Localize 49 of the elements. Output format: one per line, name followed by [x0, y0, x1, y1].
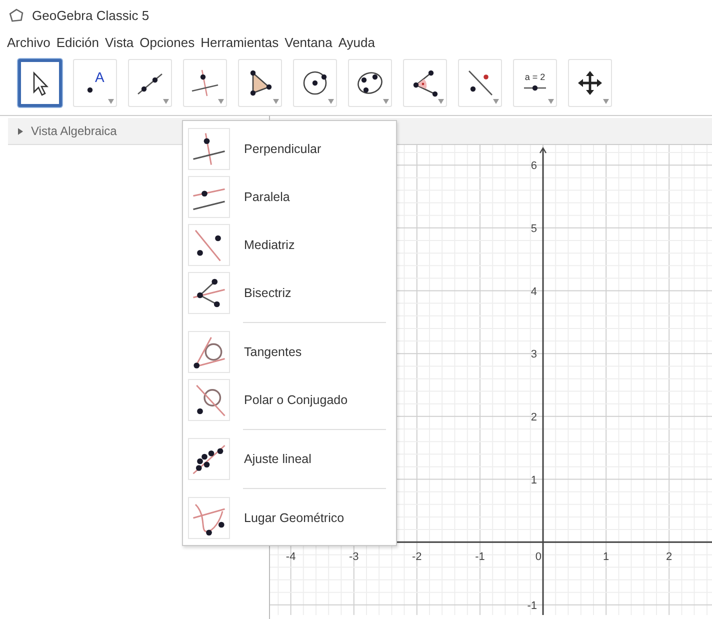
x-tick-label: -2	[412, 551, 422, 564]
menu-item[interactable]: Mediatriz	[183, 221, 396, 269]
dropdown-triangle-icon	[163, 99, 169, 104]
x-tick-label: 0	[535, 551, 542, 564]
menu-item[interactable]: Ajuste lineal	[183, 435, 396, 483]
app-logo-icon	[8, 6, 25, 24]
x-tick-label: -3	[348, 551, 359, 564]
x-tick-label: 1	[603, 551, 610, 564]
menu-bar-item[interactable]: Ventana	[282, 34, 336, 50]
x-tick-label: 2	[666, 551, 672, 564]
expand-triangle-icon[interactable]	[18, 128, 23, 134]
tangent-lines-icon	[191, 334, 227, 370]
menu-bar-item[interactable]: Opciones	[136, 34, 198, 50]
menu-bar-item[interactable]: Ayuda	[335, 34, 378, 50]
menu-bar-item[interactable]: Vista	[102, 34, 137, 50]
dropdown-triangle-icon	[108, 99, 114, 104]
y-tick-label: 3	[530, 348, 538, 361]
y-tick-label: 4	[530, 286, 538, 298]
window-title: GeoGebra Classic 5	[32, 8, 150, 22]
tool-button[interactable]: A	[73, 59, 117, 107]
y-tick-label: 1	[530, 474, 538, 486]
dropdown-triangle-icon	[383, 99, 389, 104]
menu-item[interactable]: Bisectriz	[183, 269, 396, 317]
menu-item[interactable]: Tangentes	[183, 328, 396, 376]
dropdown-triangle-icon	[273, 99, 279, 104]
tool-button[interactable]	[18, 59, 62, 107]
menu-bar-item[interactable]: Edición	[53, 34, 102, 50]
dropdown-triangle-icon	[548, 99, 554, 104]
dropdown-triangle-icon	[218, 99, 224, 104]
dropdown-triangle-icon	[328, 99, 334, 104]
y-tick-label: 6	[530, 160, 538, 172]
tool-button[interactable]: a = 2	[513, 59, 557, 107]
perpendicular-lines-icon	[191, 131, 227, 167]
dropdown-triangle-icon	[493, 99, 499, 104]
menu-item[interactable]: Lugar Geométrico	[183, 494, 396, 542]
x-tick-label: -4	[286, 551, 296, 564]
x-tick-label: -1	[475, 551, 485, 564]
panel-title: Vista Algebraica	[31, 124, 117, 138]
menu-item[interactable]: Polar o Conjugado	[183, 376, 396, 424]
y-tick-label: -1	[527, 600, 538, 612]
menu-item[interactable]: Paralela	[183, 173, 396, 221]
dropdown-triangle-icon	[438, 99, 444, 104]
menu-bar-item[interactable]: Herramientas	[198, 34, 282, 50]
menu-item[interactable]: Perpendicular	[183, 125, 396, 173]
menu-bar-item[interactable]: Archivo	[4, 34, 54, 50]
y-tick-label: 2	[530, 411, 538, 424]
y-tick-label: 5	[530, 222, 538, 235]
perpendicular-lines-icon	[189, 67, 221, 99]
dropdown-triangle-icon	[603, 99, 609, 104]
